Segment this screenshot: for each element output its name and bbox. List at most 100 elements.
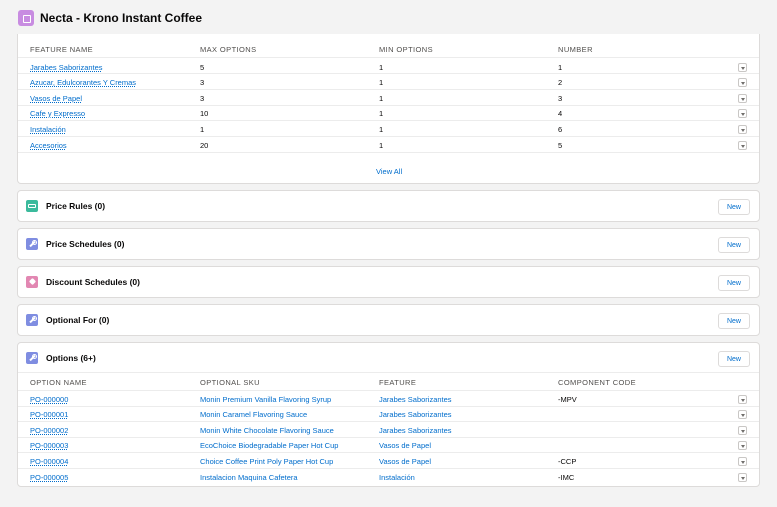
divider: [18, 57, 759, 58]
column-header-optional-sku[interactable]: OPTIONAL SKU: [200, 378, 260, 387]
component-code-cell: -CCP: [558, 457, 577, 466]
wrench-icon: [26, 238, 38, 250]
number-cell: 5: [558, 141, 563, 150]
options-related-list: Options (6+) New OPTION NAME OPTIONAL SK…: [17, 342, 760, 487]
number-cell: 4: [558, 109, 563, 118]
page-title: Necta - Krono Instant Coffee: [40, 11, 203, 25]
divider: [18, 452, 759, 453]
option-name-link[interactable]: PO-000003: [30, 441, 68, 450]
feature-name-link[interactable]: Vasos de Papel: [30, 94, 82, 103]
component-code-cell: -MPV: [558, 395, 577, 404]
optional-sku-link[interactable]: Monin White Chocolate Flavoring Sauce: [200, 426, 334, 435]
section-title[interactable]: Options (6+): [46, 353, 96, 363]
divider: [18, 421, 759, 422]
feature-link[interactable]: Jarabes Saborizantes: [379, 410, 452, 419]
divider: [18, 406, 759, 407]
divider: [18, 468, 759, 469]
new-discount-schedule-button[interactable]: New: [718, 275, 750, 291]
feature-link[interactable]: Instalación: [379, 473, 415, 482]
product-icon: [18, 10, 34, 26]
feature-link[interactable]: Jarabes Saborizantes: [379, 395, 452, 404]
min-options-cell: 1: [379, 141, 384, 150]
row-actions-dropdown[interactable]: [738, 94, 747, 103]
max-options-cell: 3: [200, 78, 205, 87]
column-header-number[interactable]: NUMBER: [558, 45, 593, 54]
min-options-cell: 1: [379, 78, 384, 87]
option-name-link[interactable]: PO-000001: [30, 410, 68, 419]
optional-sku-link[interactable]: Choice Coffee Print Poly Paper Hot Cup: [200, 457, 333, 466]
max-options-cell: 20: [200, 141, 209, 150]
section-title[interactable]: Price Rules (0): [46, 201, 105, 211]
row-actions-dropdown[interactable]: [738, 395, 747, 404]
option-name-link[interactable]: PO-000005: [30, 473, 68, 482]
section-title[interactable]: Optional For (0): [46, 315, 109, 325]
row-actions-dropdown[interactable]: [738, 473, 747, 482]
optional-sku-link[interactable]: Monin Premium Vanilla Flavoring Syrup: [200, 395, 331, 404]
divider: [18, 390, 759, 391]
feature-link[interactable]: Vasos de Papel: [379, 457, 431, 466]
view-all-link[interactable]: View All: [376, 167, 402, 176]
max-options-cell: 1: [200, 125, 205, 134]
divider: [18, 437, 759, 438]
row-actions-dropdown[interactable]: [738, 457, 747, 466]
section-title[interactable]: Price Schedules (0): [46, 239, 124, 249]
min-options-cell: 1: [379, 125, 384, 134]
price-schedules-section: Price Schedules (0) New: [17, 228, 760, 260]
feature-name-link[interactable]: Azucar, Edulcorantes Y Cremas: [30, 78, 136, 87]
new-price-schedule-button[interactable]: New: [718, 237, 750, 253]
optional-sku-link[interactable]: Instalacion Maquina Cafetera: [200, 473, 298, 482]
number-cell: 6: [558, 125, 563, 134]
feature-name-link[interactable]: Accesorios: [30, 141, 67, 150]
new-optional-for-button[interactable]: New: [718, 313, 750, 329]
divider: [18, 89, 759, 90]
number-cell: 3: [558, 94, 563, 103]
tag-icon: [26, 276, 38, 288]
number-cell: 1: [558, 63, 563, 72]
feature-link[interactable]: Vasos de Papel: [379, 441, 431, 450]
max-options-cell: 5: [200, 63, 205, 72]
price-rules-section: Price Rules (0) New: [17, 190, 760, 222]
wrench-icon: [26, 314, 38, 326]
column-header-max-options[interactable]: MAX OPTIONS: [200, 45, 257, 54]
row-actions-dropdown[interactable]: [738, 441, 747, 450]
features-related-list: FEATURE NAME MAX OPTIONS MIN OPTIONS NUM…: [17, 34, 760, 184]
min-options-cell: 1: [379, 63, 384, 72]
divider: [18, 372, 759, 373]
max-options-cell: 10: [200, 109, 209, 118]
option-name-link[interactable]: PO-000002: [30, 426, 68, 435]
row-actions-dropdown[interactable]: [738, 410, 747, 419]
feature-name-link[interactable]: Instalación: [30, 125, 66, 134]
min-options-cell: 1: [379, 94, 384, 103]
row-actions-dropdown[interactable]: [738, 125, 747, 134]
row-actions-dropdown[interactable]: [738, 109, 747, 118]
row-actions-dropdown[interactable]: [738, 141, 747, 150]
feature-name-link[interactable]: Cafe y Expresso: [30, 109, 85, 118]
price-rules-icon: [26, 200, 38, 212]
record-header: Necta - Krono Instant Coffee: [7, 4, 767, 32]
divider: [18, 120, 759, 121]
column-header-component-code[interactable]: COMPONENT CODE: [558, 378, 636, 387]
divider: [18, 105, 759, 106]
row-actions-dropdown[interactable]: [738, 426, 747, 435]
new-price-rule-button[interactable]: New: [718, 199, 750, 215]
row-actions-dropdown[interactable]: [738, 63, 747, 72]
number-cell: 2: [558, 78, 563, 87]
new-option-button[interactable]: New: [718, 351, 750, 367]
column-header-min-options[interactable]: MIN OPTIONS: [379, 45, 433, 54]
optional-sku-link[interactable]: EcoChoice Biodegradable Paper Hot Cup: [200, 441, 338, 450]
section-title[interactable]: Discount Schedules (0): [46, 277, 140, 287]
feature-name-link[interactable]: Jarabes Saborizantes: [30, 63, 103, 72]
wrench-icon: [26, 352, 38, 364]
component-code-cell: -IMC: [558, 473, 575, 482]
column-header-feature-name[interactable]: FEATURE NAME: [30, 45, 93, 54]
feature-link[interactable]: Jarabes Saborizantes: [379, 426, 452, 435]
row-actions-dropdown[interactable]: [738, 78, 747, 87]
option-name-link[interactable]: PO-000000: [30, 395, 68, 404]
max-options-cell: 3: [200, 94, 205, 103]
optional-sku-link[interactable]: Monin Caramel Flavoring Sauce: [200, 410, 307, 419]
column-header-option-name[interactable]: OPTION NAME: [30, 378, 87, 387]
option-name-link[interactable]: PO-000004: [30, 457, 68, 466]
column-header-feature[interactable]: FEATURE: [379, 378, 416, 387]
divider: [18, 136, 759, 137]
divider: [18, 152, 759, 153]
